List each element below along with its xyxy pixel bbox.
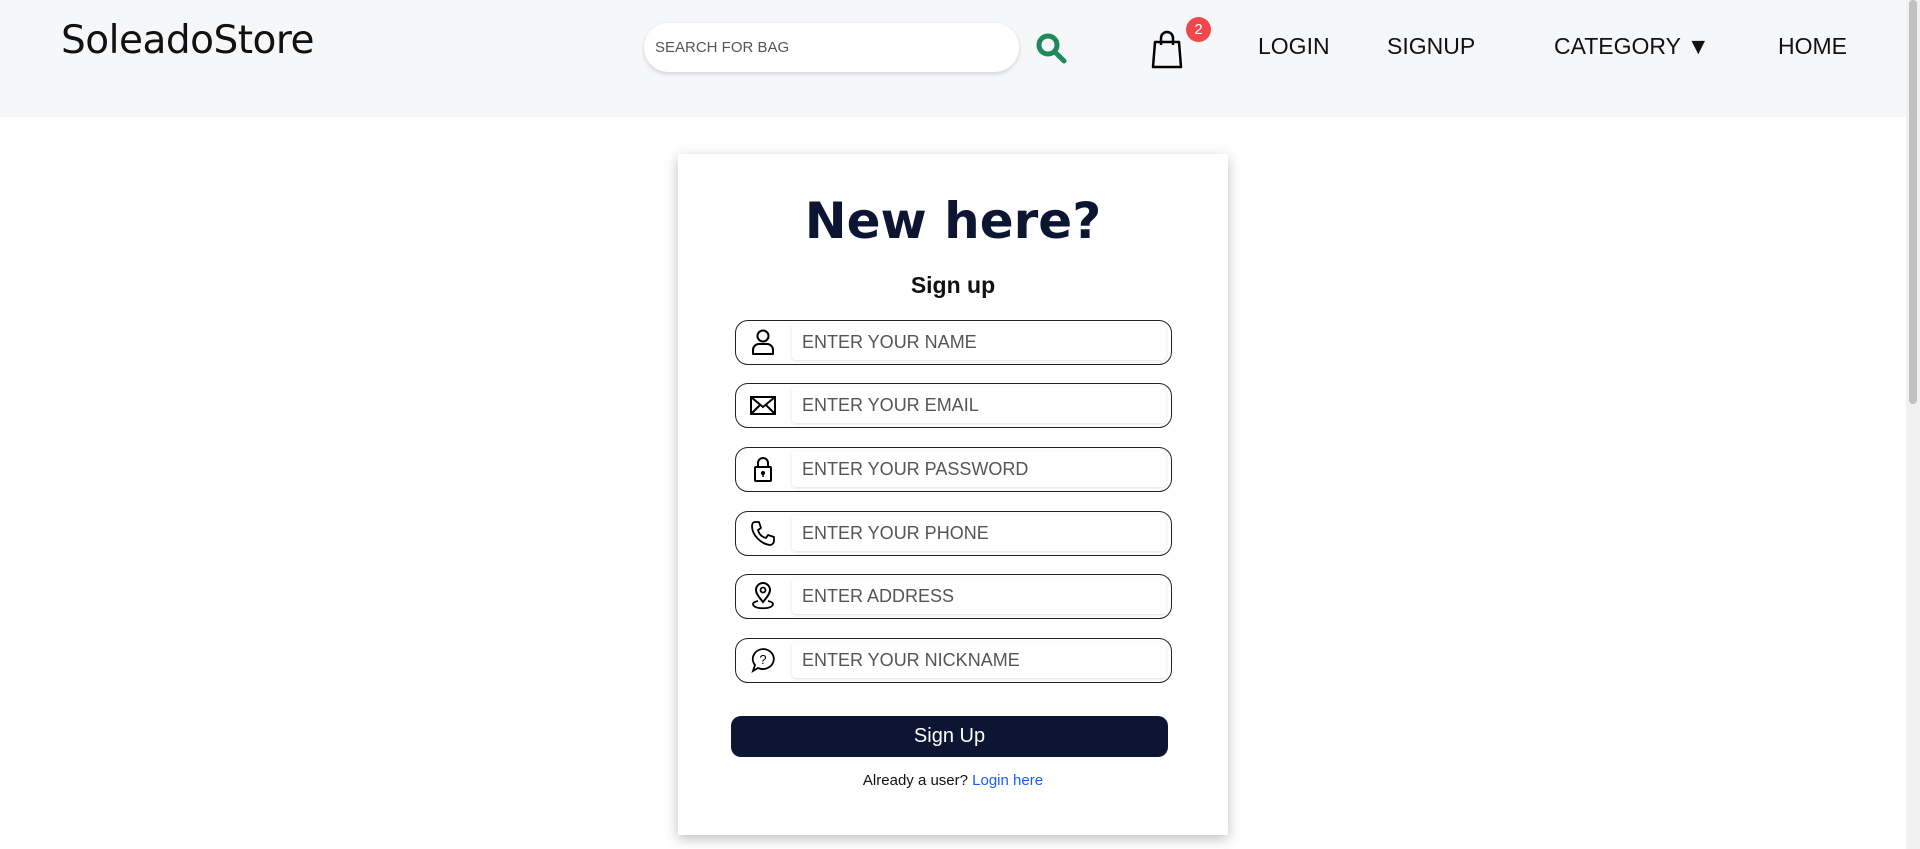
- search-input[interactable]: [644, 23, 1019, 72]
- login-here-link[interactable]: Login here: [972, 772, 1043, 789]
- nav-login[interactable]: LOGIN: [1258, 33, 1330, 60]
- address-input[interactable]: [792, 578, 1166, 614]
- nav-category-dropdown[interactable]: CATEGORY ▼: [1554, 33, 1710, 60]
- svg-text:?: ?: [759, 652, 766, 667]
- phone-input[interactable]: [792, 515, 1166, 551]
- question-bubble-icon: ?: [751, 648, 775, 674]
- envelope-icon: [750, 396, 776, 415]
- email-input[interactable]: [792, 387, 1166, 423]
- lock-icon: [754, 457, 772, 482]
- email-field: [735, 383, 1172, 428]
- sign-up-button[interactable]: Sign Up: [731, 716, 1168, 757]
- phone-field: [735, 511, 1172, 556]
- shopping-bag-icon[interactable]: [1150, 30, 1184, 70]
- password-field: [735, 447, 1172, 492]
- password-input[interactable]: [792, 451, 1166, 487]
- form-subtitle: Sign up: [910, 272, 996, 298]
- nickname-input[interactable]: [792, 642, 1166, 678]
- site-logo[interactable]: SoleadoStore: [61, 18, 315, 63]
- already-user-text: Already a user?: [862, 772, 968, 789]
- page-title: New here?: [804, 192, 1102, 250]
- nickname-field: ?: [735, 638, 1172, 683]
- login-prompt: Already a user? Login here: [678, 772, 1228, 789]
- location-pin-icon: [752, 582, 774, 610]
- page-scrollbar[interactable]: [1906, 0, 1920, 849]
- cart-count-badge: 2: [1186, 17, 1211, 42]
- address-field: [735, 574, 1172, 619]
- signup-card: New here? Sign up ? Sign Up Already a us…: [678, 154, 1228, 835]
- user-icon: [752, 329, 774, 355]
- scrollbar-thumb[interactable]: [1909, 0, 1917, 404]
- phone-icon: [751, 521, 775, 546]
- nav-signup[interactable]: SIGNUP: [1387, 33, 1475, 60]
- nav-home[interactable]: HOME: [1778, 33, 1847, 60]
- search-icon[interactable]: [1034, 31, 1068, 65]
- top-navbar: SoleadoStore 2 LOGIN SIGNUP CATEGORY ▼ H…: [0, 0, 1906, 117]
- name-field: [735, 320, 1172, 365]
- name-input[interactable]: [792, 324, 1166, 360]
